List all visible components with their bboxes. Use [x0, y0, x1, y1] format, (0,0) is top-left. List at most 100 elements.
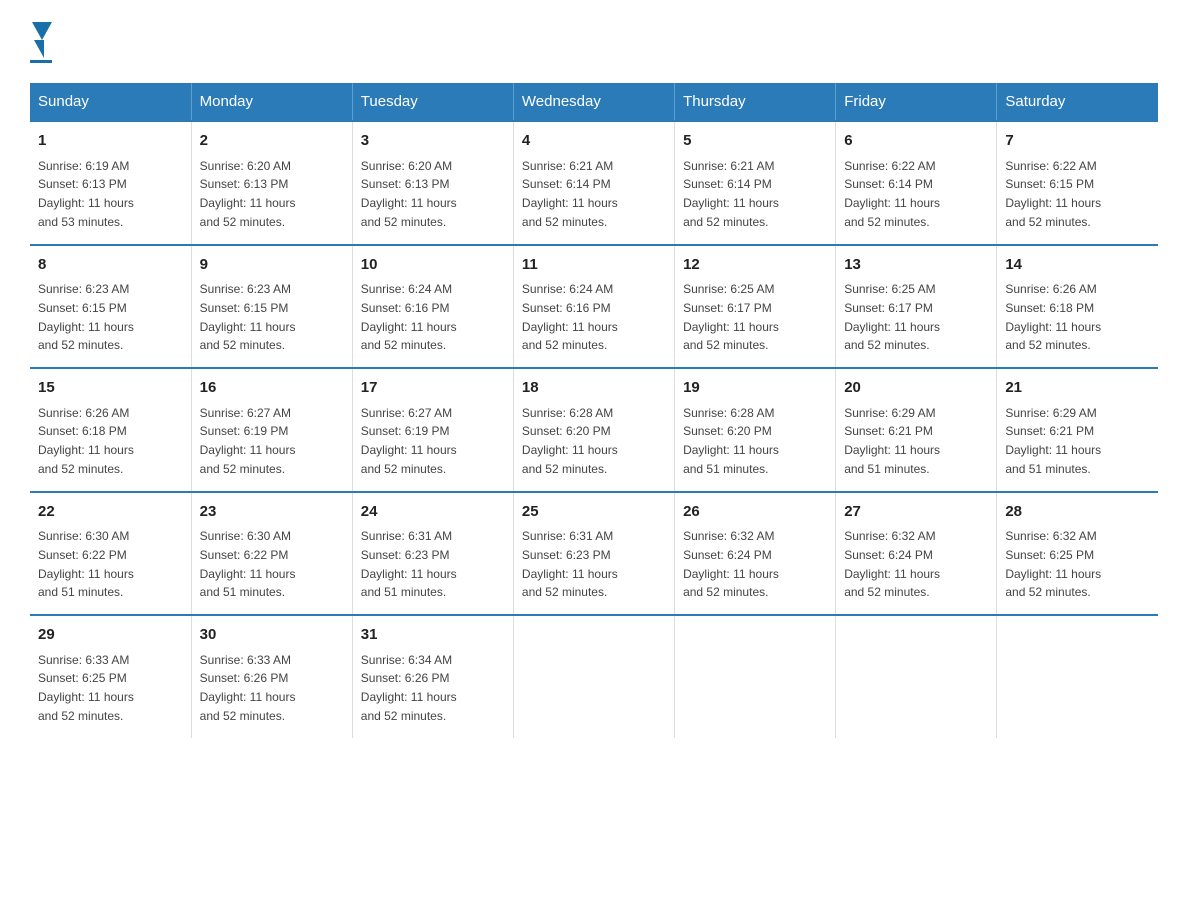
- calendar-week-row: 15 Sunrise: 6:26 AMSunset: 6:18 PMDayligh…: [30, 368, 1158, 492]
- day-info: Sunrise: 6:32 AMSunset: 6:25 PMDaylight:…: [1005, 529, 1101, 599]
- header-monday: Monday: [191, 83, 352, 121]
- page-header: [30, 20, 1158, 63]
- calendar-table: SundayMondayTuesdayWednesdayThursdayFrid…: [30, 83, 1158, 738]
- calendar-cell: 23Sunrise: 6:30 AMSunset: 6:22 PMDayligh…: [191, 492, 352, 616]
- day-number: 15: [38, 377, 183, 400]
- calendar-cell: [675, 615, 836, 738]
- calendar-cell: 3 Sunrise: 6:20 AMSunset: 6:13 PMDaylight…: [352, 121, 513, 245]
- day-number: 16: [200, 377, 344, 400]
- day-number: 26: [683, 501, 827, 524]
- calendar-cell: 29 Sunrise: 6:33 AMSunset: 6:25 PMDayligh…: [30, 615, 191, 738]
- calendar-cell: 13 Sunrise: 6:25 AMSunset: 6:17 PMDayligh…: [836, 245, 997, 369]
- day-number: 1: [38, 130, 183, 153]
- calendar-cell: 12Sunrise: 6:25 AMSunset: 6:17 PMDayligh…: [675, 245, 836, 369]
- logo-triangle-icon: [32, 22, 52, 40]
- day-number: 31: [361, 624, 505, 647]
- calendar-cell: 14 Sunrise: 6:26 AMSunset: 6:18 PMDayligh…: [997, 245, 1158, 369]
- day-number: 10: [361, 254, 505, 277]
- day-info: Sunrise: 6:23 AMSunset: 6:15 PMDaylight:…: [200, 282, 296, 352]
- day-number: 19: [683, 377, 827, 400]
- day-number: 14: [1005, 254, 1150, 277]
- day-info: Sunrise: 6:22 AMSunset: 6:14 PMDaylight:…: [844, 159, 940, 229]
- calendar-week-row: 8 Sunrise: 6:23 AMSunset: 6:15 PMDaylight…: [30, 245, 1158, 369]
- calendar-cell: 2Sunrise: 6:20 AMSunset: 6:13 PMDaylight…: [191, 121, 352, 245]
- day-number: 25: [522, 501, 666, 524]
- calendar-cell: 8 Sunrise: 6:23 AMSunset: 6:15 PMDaylight…: [30, 245, 191, 369]
- calendar-cell: 16 Sunrise: 6:27 AMSunset: 6:19 PMDayligh…: [191, 368, 352, 492]
- header-wednesday: Wednesday: [513, 83, 674, 121]
- day-number: 30: [200, 624, 344, 647]
- calendar-week-row: 22 Sunrise: 6:30 AMSunset: 6:22 PMDayligh…: [30, 492, 1158, 616]
- header-sunday: Sunday: [30, 83, 191, 121]
- calendar-cell: 17Sunrise: 6:27 AMSunset: 6:19 PMDayligh…: [352, 368, 513, 492]
- day-number: 29: [38, 624, 183, 647]
- day-info: Sunrise: 6:21 AMSunset: 6:14 PMDaylight:…: [683, 159, 779, 229]
- day-info: Sunrise: 6:32 AMSunset: 6:24 PMDaylight:…: [844, 529, 940, 599]
- day-info: Sunrise: 6:19 AMSunset: 6:13 PMDaylight:…: [38, 159, 134, 229]
- day-info: Sunrise: 6:26 AMSunset: 6:18 PMDaylight:…: [1005, 282, 1101, 352]
- header-thursday: Thursday: [675, 83, 836, 121]
- day-number: 8: [38, 254, 183, 277]
- day-number: 3: [361, 130, 505, 153]
- day-number: 18: [522, 377, 666, 400]
- logo-triangle2-icon: [34, 40, 44, 58]
- day-info: Sunrise: 6:28 AMSunset: 6:20 PMDaylight:…: [683, 406, 779, 476]
- day-info: Sunrise: 6:33 AMSunset: 6:25 PMDaylight:…: [38, 653, 134, 723]
- logo: [30, 20, 52, 63]
- calendar-cell: 20 Sunrise: 6:29 AMSunset: 6:21 PMDayligh…: [836, 368, 997, 492]
- calendar-cell: 31 Sunrise: 6:34 AMSunset: 6:26 PMDayligh…: [352, 615, 513, 738]
- calendar-cell: 24Sunrise: 6:31 AMSunset: 6:23 PMDayligh…: [352, 492, 513, 616]
- calendar-cell: 26 Sunrise: 6:32 AMSunset: 6:24 PMDayligh…: [675, 492, 836, 616]
- header-friday: Friday: [836, 83, 997, 121]
- day-number: 20: [844, 377, 988, 400]
- day-number: 6: [844, 130, 988, 153]
- day-info: Sunrise: 6:29 AMSunset: 6:21 PMDaylight:…: [1005, 406, 1101, 476]
- day-number: 5: [683, 130, 827, 153]
- calendar-cell: 11Sunrise: 6:24 AMSunset: 6:16 PMDayligh…: [513, 245, 674, 369]
- calendar-cell: [836, 615, 997, 738]
- calendar-cell: 18 Sunrise: 6:28 AMSunset: 6:20 PMDayligh…: [513, 368, 674, 492]
- day-info: Sunrise: 6:28 AMSunset: 6:20 PMDaylight:…: [522, 406, 618, 476]
- day-info: Sunrise: 6:30 AMSunset: 6:22 PMDaylight:…: [38, 529, 134, 599]
- calendar-cell: 4 Sunrise: 6:21 AMSunset: 6:14 PMDaylight…: [513, 121, 674, 245]
- day-info: Sunrise: 6:29 AMSunset: 6:21 PMDaylight:…: [844, 406, 940, 476]
- day-number: 24: [361, 501, 505, 524]
- calendar-cell: 1 Sunrise: 6:19 AMSunset: 6:13 PMDaylight…: [30, 121, 191, 245]
- day-info: Sunrise: 6:25 AMSunset: 6:17 PMDaylight:…: [683, 282, 779, 352]
- calendar-cell: 9 Sunrise: 6:23 AMSunset: 6:15 PMDaylight…: [191, 245, 352, 369]
- day-info: Sunrise: 6:31 AMSunset: 6:23 PMDaylight:…: [522, 529, 618, 599]
- calendar-week-row: 1 Sunrise: 6:19 AMSunset: 6:13 PMDaylight…: [30, 121, 1158, 245]
- day-info: Sunrise: 6:26 AMSunset: 6:18 PMDaylight:…: [38, 406, 134, 476]
- day-number: 11: [522, 254, 666, 277]
- day-info: Sunrise: 6:21 AMSunset: 6:14 PMDaylight:…: [522, 159, 618, 229]
- calendar-cell: 6 Sunrise: 6:22 AMSunset: 6:14 PMDaylight…: [836, 121, 997, 245]
- day-info: Sunrise: 6:25 AMSunset: 6:17 PMDaylight:…: [844, 282, 940, 352]
- day-number: 7: [1005, 130, 1150, 153]
- day-number: 22: [38, 501, 183, 524]
- day-number: 4: [522, 130, 666, 153]
- calendar-cell: 25 Sunrise: 6:31 AMSunset: 6:23 PMDayligh…: [513, 492, 674, 616]
- day-info: Sunrise: 6:23 AMSunset: 6:15 PMDaylight:…: [38, 282, 134, 352]
- day-info: Sunrise: 6:24 AMSunset: 6:16 PMDaylight:…: [361, 282, 457, 352]
- calendar-cell: [513, 615, 674, 738]
- calendar-cell: 30 Sunrise: 6:33 AMSunset: 6:26 PMDayligh…: [191, 615, 352, 738]
- calendar-header-row: SundayMondayTuesdayWednesdayThursdayFrid…: [30, 83, 1158, 121]
- calendar-cell: [997, 615, 1158, 738]
- calendar-cell: 22 Sunrise: 6:30 AMSunset: 6:22 PMDayligh…: [30, 492, 191, 616]
- header-tuesday: Tuesday: [352, 83, 513, 121]
- calendar-cell: 27 Sunrise: 6:32 AMSunset: 6:24 PMDayligh…: [836, 492, 997, 616]
- day-number: 27: [844, 501, 988, 524]
- day-info: Sunrise: 6:33 AMSunset: 6:26 PMDaylight:…: [200, 653, 296, 723]
- calendar-week-row: 29 Sunrise: 6:33 AMSunset: 6:25 PMDayligh…: [30, 615, 1158, 738]
- day-number: 23: [200, 501, 344, 524]
- day-info: Sunrise: 6:27 AMSunset: 6:19 PMDaylight:…: [361, 406, 457, 476]
- day-number: 13: [844, 254, 988, 277]
- day-info: Sunrise: 6:32 AMSunset: 6:24 PMDaylight:…: [683, 529, 779, 599]
- day-info: Sunrise: 6:22 AMSunset: 6:15 PMDaylight:…: [1005, 159, 1101, 229]
- day-number: 9: [200, 254, 344, 277]
- day-info: Sunrise: 6:34 AMSunset: 6:26 PMDaylight:…: [361, 653, 457, 723]
- day-number: 2: [200, 130, 344, 153]
- day-info: Sunrise: 6:27 AMSunset: 6:19 PMDaylight:…: [200, 406, 296, 476]
- day-info: Sunrise: 6:20 AMSunset: 6:13 PMDaylight:…: [361, 159, 457, 229]
- calendar-cell: 28Sunrise: 6:32 AMSunset: 6:25 PMDayligh…: [997, 492, 1158, 616]
